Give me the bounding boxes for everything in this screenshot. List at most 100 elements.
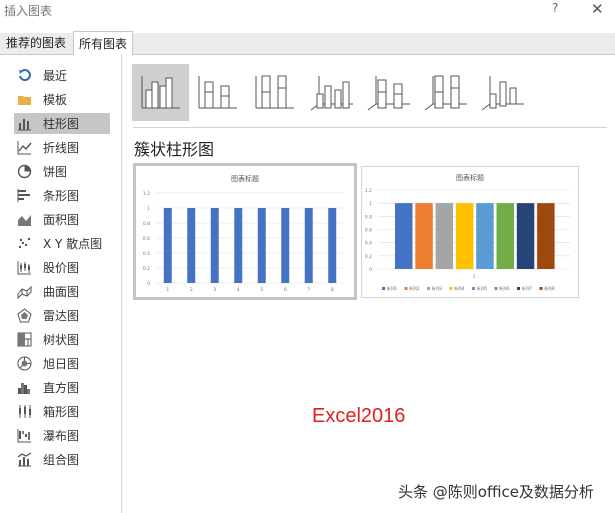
sidebar-item-folder[interactable]: 模板: [14, 89, 110, 110]
sidebar-item-waterfall-chart[interactable]: 瀑布图: [14, 425, 110, 446]
column-chart-icon: [16, 115, 33, 132]
y-tick-label: 0.4: [143, 251, 150, 257]
sidebar-item-label: 箱形图: [43, 405, 80, 419]
folder-icon: [16, 91, 33, 108]
x-tick-label: 3: [213, 287, 216, 293]
subtype-3d-percent-column[interactable]: [417, 64, 474, 121]
sidebar-item-label: 曲面图: [43, 285, 80, 299]
subtype-stacked-column[interactable]: [189, 64, 246, 121]
chart-preview-1[interactable]: 图表标题 0 0.2 0.4 0.6 0.8 1 1.2 1 2 3 4 5 6 7 8: [133, 163, 357, 300]
subtype-clustered-column[interactable]: [132, 64, 189, 121]
sidebar-item-label: 树状图: [43, 333, 80, 347]
box-whisker-chart-icon: [16, 403, 33, 420]
legend-swatch: [494, 287, 498, 290]
sidebar-item-surface-chart[interactable]: 曲面图: [14, 281, 110, 302]
sidebar-item-treemap-chart[interactable]: 树状图: [14, 329, 110, 350]
bar: [435, 203, 454, 269]
subtype-3d-column-column[interactable]: [474, 64, 531, 121]
tab-strip: 推荐的图表 所有图表: [0, 31, 615, 56]
area-chart-icon: [16, 211, 33, 228]
sidebar-item-box-whisker-chart[interactable]: 箱形图: [14, 401, 110, 422]
sidebar-item-label: 雷达图: [43, 309, 80, 323]
bar-chart-icon: [16, 187, 33, 204]
sidebar-item-label: 组合图: [43, 453, 80, 467]
bar: [516, 203, 535, 269]
y-tick-label: 0: [147, 281, 150, 287]
sidebar-item-pie-chart[interactable]: 饼图: [14, 161, 110, 182]
x-tick-label: 6: [284, 287, 287, 293]
legend-label: 系列8: [544, 285, 555, 291]
line-chart-icon: [16, 139, 33, 156]
sidebar-item-scatter-chart[interactable]: X Y 散点图: [14, 233, 110, 254]
y-tick-label: 0.6: [143, 236, 150, 242]
y-tick-label: 0.4: [365, 241, 372, 247]
legend-label: 系列7: [522, 285, 533, 291]
window-title: 插入图表: [4, 4, 53, 18]
y-tick-label: 1.2: [143, 191, 150, 197]
sidebar-item-label: 面积图: [43, 213, 80, 227]
3d-column-column-icon: [481, 75, 524, 110]
x-tick-label: 4: [237, 287, 240, 293]
legend-label: 系列5: [477, 285, 488, 291]
sidebar-item-line-chart[interactable]: 折线图: [14, 137, 110, 158]
legend-label: 系列6: [499, 285, 510, 291]
tab-all-charts[interactable]: 所有图表: [73, 31, 134, 56]
sidebar-item-stock-chart[interactable]: 股价图: [14, 257, 110, 278]
legend-swatch: [517, 287, 520, 290]
close-button[interactable]: ✕: [591, 0, 604, 18]
x-tick-label: 5: [260, 287, 263, 293]
x-tick-label: 7: [307, 287, 310, 293]
preview-2-chart: 图表标题 0 0.2 0.4 0.6 0.8 1 1.2 1 系列1 系列2 系列3 系列4 系列5 系列6…: [365, 173, 570, 291]
subtype-3d-stacked-column[interactable]: [360, 64, 417, 121]
chart-preview-2[interactable]: 图表标题 0 0.2 0.4 0.6 0.8 1 1.2 1 系列1 系列2 系列3 系列4 系列5 系列6…: [361, 166, 579, 298]
chart-title: 图表标题: [456, 173, 484, 182]
surface-chart-icon: [16, 283, 33, 300]
tab-recommended-charts[interactable]: 推荐的图表: [1, 33, 71, 54]
bar: [187, 208, 196, 283]
y-tick-label: 1.2: [365, 188, 372, 194]
bar: [163, 208, 172, 283]
bar: [415, 203, 433, 269]
stacked-column-icon: [198, 75, 237, 108]
subtype-percent-column[interactable]: [246, 64, 303, 121]
bar: [210, 208, 219, 283]
sidebar-item-column-chart[interactable]: 柱形图: [14, 113, 110, 134]
scatter-chart-icon: [16, 235, 33, 252]
legend-label: 系列1: [387, 285, 398, 291]
subtype-3d-clustered-column[interactable]: [303, 64, 360, 121]
sidebar-item-label: X Y 散点图: [43, 237, 103, 251]
legend-swatch: [427, 287, 430, 290]
waterfall-chart-icon: [16, 427, 33, 444]
title-bar: 插入图表 ? ✕: [0, 0, 615, 22]
x-tick-label: 1: [473, 274, 476, 280]
sunburst-chart-icon: [16, 355, 33, 372]
sidebar-item-combo-chart[interactable]: 组合图: [14, 449, 110, 470]
sidebar-item-label: 最近: [43, 69, 68, 83]
clustered-column-icon: [141, 75, 180, 108]
sidebar-item-radar-chart[interactable]: 雷达图: [14, 305, 110, 326]
help-button[interactable]: ?: [552, 1, 558, 15]
sidebar-item-bar-chart[interactable]: 条形图: [14, 185, 110, 206]
y-tick-label: 0.2: [143, 266, 150, 272]
stock-chart-icon: [16, 259, 33, 276]
3d-percent-column-icon: [424, 75, 467, 110]
sidebar-item-recent[interactable]: 最近: [14, 65, 110, 86]
legend-swatch: [472, 287, 475, 290]
percent-column-icon: [255, 75, 294, 108]
bar: [395, 203, 413, 269]
sidebar-item-label: 股价图: [43, 261, 80, 275]
sidebar-item-sunburst-chart[interactable]: 旭日图: [14, 353, 110, 374]
sidebar-item-area-chart[interactable]: 面积图: [14, 209, 110, 230]
y-tick-label: 0: [369, 267, 372, 273]
sidebar-item-label: 模板: [43, 93, 68, 107]
chart-title: 图表标题: [231, 174, 259, 183]
legend-swatch: [382, 287, 385, 290]
x-tick-label: 8: [331, 287, 334, 293]
recent-icon: [16, 67, 33, 84]
legend-label: 系列4: [454, 285, 465, 291]
sidebar-item-histogram-chart[interactable]: 直方图: [14, 377, 110, 398]
x-tick-label: 2: [190, 287, 193, 293]
treemap-chart-icon: [16, 331, 33, 348]
pie-chart-icon: [16, 163, 33, 180]
legend-swatch: [539, 287, 543, 290]
